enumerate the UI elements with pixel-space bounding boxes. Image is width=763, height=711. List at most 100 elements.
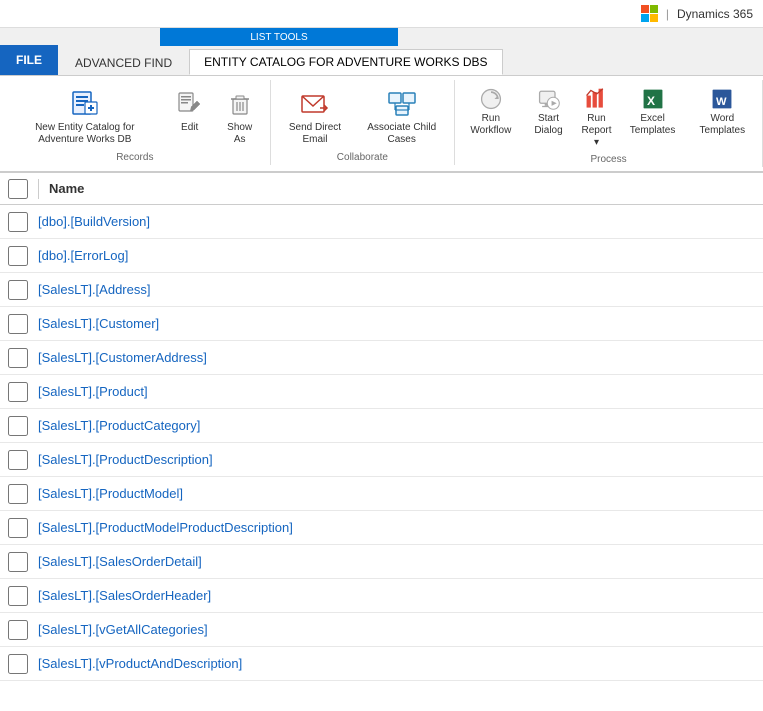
table-row[interactable]: [SalesLT].[vProductAndDescription] xyxy=(0,647,763,681)
ribbon-section-collaborate-items: Send Direct Email xyxy=(277,82,448,150)
start-dialog-icon xyxy=(537,87,561,111)
select-all-checkbox[interactable] xyxy=(8,179,28,199)
run-report-icon xyxy=(584,87,608,111)
table-row[interactable]: [dbo].[ErrorLog] xyxy=(0,239,763,273)
content-area: Name [dbo].[BuildVersion] [dbo].[ErrorLo… xyxy=(0,173,763,711)
show-as-label: Show As xyxy=(222,122,258,146)
ms-logo-yellow xyxy=(650,14,658,22)
table-row[interactable]: [SalesLT].[Product] xyxy=(0,375,763,409)
new-entity-button[interactable]: New Entity Catalog for Adventure Works D… xyxy=(6,84,164,150)
grid-divider xyxy=(38,179,39,199)
ribbon-tabs: FILE ADVANCED FIND ENTITY CATALOG FOR AD… xyxy=(0,46,763,76)
associate-child-cases-button[interactable]: Associate Child Cases xyxy=(355,84,448,150)
row-checkbox-1[interactable] xyxy=(8,246,28,266)
new-entity-icon xyxy=(69,88,101,120)
delete-icon xyxy=(224,88,256,120)
row-link-13[interactable]: [SalesLT].[vProductAndDescription] xyxy=(38,656,242,671)
row-link-0[interactable]: [dbo].[BuildVersion] xyxy=(38,214,150,229)
row-checkbox-6[interactable] xyxy=(8,416,28,436)
excel-templates-label: Excel Templates xyxy=(624,113,682,137)
ribbon-section-process-items: Run Workflow S xyxy=(461,82,756,152)
send-direct-email-button[interactable]: Send Direct Email xyxy=(277,84,354,150)
edit-button[interactable]: Edit xyxy=(166,84,214,138)
ms-logo-green xyxy=(650,5,658,13)
word-templates-label: Word Templates xyxy=(694,113,751,137)
run-report-label: Run Report ▾ xyxy=(581,113,611,149)
row-checkbox-8[interactable] xyxy=(8,484,28,504)
table-row[interactable]: [SalesLT].[SalesOrderDetail] xyxy=(0,545,763,579)
top-bar-sep: | xyxy=(666,7,669,21)
ribbon-band: New Entity Catalog for Adventure Works D… xyxy=(0,76,763,173)
app-wrapper: | Dynamics 365 LIST TOOLS FILE ADVANCED … xyxy=(0,0,763,711)
table-row[interactable]: [dbo].[BuildVersion] xyxy=(0,205,763,239)
send-direct-email-label: Send Direct Email xyxy=(283,122,348,146)
col-name-header: Name xyxy=(49,181,84,196)
email-icon xyxy=(299,88,331,120)
records-label: Records xyxy=(6,150,264,163)
row-link-7[interactable]: [SalesLT].[ProductDescription] xyxy=(38,452,213,467)
row-checkbox-0[interactable] xyxy=(8,212,28,232)
row-checkbox-5[interactable] xyxy=(8,382,28,402)
row-checkbox-12[interactable] xyxy=(8,620,28,640)
tools-banner: LIST TOOLS xyxy=(0,28,763,46)
run-workflow-label: Run Workflow xyxy=(466,113,516,137)
table-row[interactable]: [SalesLT].[ProductModel] xyxy=(0,477,763,511)
row-link-4[interactable]: [SalesLT].[CustomerAddress] xyxy=(38,350,207,365)
dynamics-label: Dynamics 365 xyxy=(677,7,753,21)
table-row[interactable]: [SalesLT].[ProductDescription] xyxy=(0,443,763,477)
row-link-11[interactable]: [SalesLT].[SalesOrderHeader] xyxy=(38,588,211,603)
word-icon: W xyxy=(710,87,734,111)
row-link-3[interactable]: [SalesLT].[Customer] xyxy=(38,316,159,331)
row-link-2[interactable]: [SalesLT].[Address] xyxy=(38,282,150,297)
associate-child-cases-label: Associate Child Cases xyxy=(361,122,442,146)
ribbon-section-process: Run Workflow S xyxy=(455,80,763,167)
row-checkbox-3[interactable] xyxy=(8,314,28,334)
table-row[interactable]: [SalesLT].[ProductCategory] xyxy=(0,409,763,443)
process-label: Process xyxy=(461,152,756,165)
table-row[interactable]: [SalesLT].[ProductModelProductDescriptio… xyxy=(0,511,763,545)
table-row[interactable]: [SalesLT].[CustomerAddress] xyxy=(0,341,763,375)
tab-advanced-find[interactable]: ADVANCED FIND xyxy=(60,49,187,75)
new-entity-label: New Entity Catalog for Adventure Works D… xyxy=(12,122,158,146)
tab-file[interactable]: FILE xyxy=(0,45,58,75)
svg-text:X: X xyxy=(647,94,655,108)
row-link-10[interactable]: [SalesLT].[SalesOrderDetail] xyxy=(38,554,202,569)
associate-icon xyxy=(386,88,418,120)
table-row[interactable]: [SalesLT].[SalesOrderHeader] xyxy=(0,579,763,613)
grid-rows: [dbo].[BuildVersion] [dbo].[ErrorLog] [S… xyxy=(0,205,763,681)
row-checkbox-10[interactable] xyxy=(8,552,28,572)
row-link-9[interactable]: [SalesLT].[ProductModelProductDescriptio… xyxy=(38,520,293,535)
row-link-1[interactable]: [dbo].[ErrorLog] xyxy=(38,248,128,263)
row-checkbox-13[interactable] xyxy=(8,654,28,674)
tab-entity-catalog[interactable]: ENTITY CATALOG FOR ADVENTURE WORKS DBS xyxy=(189,49,502,75)
table-row[interactable]: [SalesLT].[Address] xyxy=(0,273,763,307)
show-as-button[interactable]: Show As xyxy=(216,84,264,150)
ribbon-section-records-items: New Entity Catalog for Adventure Works D… xyxy=(6,82,264,150)
run-workflow-icon xyxy=(479,87,503,111)
start-dialog-button[interactable]: Start Dialog xyxy=(523,84,575,140)
row-link-12[interactable]: [SalesLT].[vGetAllCategories] xyxy=(38,622,208,637)
row-checkbox-2[interactable] xyxy=(8,280,28,300)
row-checkbox-11[interactable] xyxy=(8,586,28,606)
row-checkbox-7[interactable] xyxy=(8,450,28,470)
run-report-button[interactable]: Run Report ▾ xyxy=(576,84,616,152)
row-link-6[interactable]: [SalesLT].[ProductCategory] xyxy=(38,418,200,433)
top-bar: | Dynamics 365 xyxy=(0,0,763,28)
list-tools-banner: LIST TOOLS xyxy=(160,28,398,46)
svg-text:W: W xyxy=(716,96,727,108)
ribbon-outer: LIST TOOLS FILE ADVANCED FIND ENTITY CAT… xyxy=(0,28,763,173)
collaborate-label: Collaborate xyxy=(277,150,448,163)
tools-banner-rest xyxy=(398,28,763,46)
edit-label: Edit xyxy=(181,122,198,134)
row-link-8[interactable]: [SalesLT].[ProductModel] xyxy=(38,486,183,501)
word-templates-button[interactable]: W Word Templates xyxy=(689,84,756,140)
row-checkbox-9[interactable] xyxy=(8,518,28,538)
ribbon-section-collaborate: Send Direct Email xyxy=(271,80,455,165)
excel-templates-button[interactable]: X Excel Templates xyxy=(619,84,687,140)
row-checkbox-4[interactable] xyxy=(8,348,28,368)
table-row[interactable]: [SalesLT].[vGetAllCategories] xyxy=(0,613,763,647)
run-workflow-button[interactable]: Run Workflow xyxy=(461,84,521,140)
ms-logo xyxy=(641,5,658,22)
row-link-5[interactable]: [SalesLT].[Product] xyxy=(38,384,148,399)
table-row[interactable]: [SalesLT].[Customer] xyxy=(0,307,763,341)
